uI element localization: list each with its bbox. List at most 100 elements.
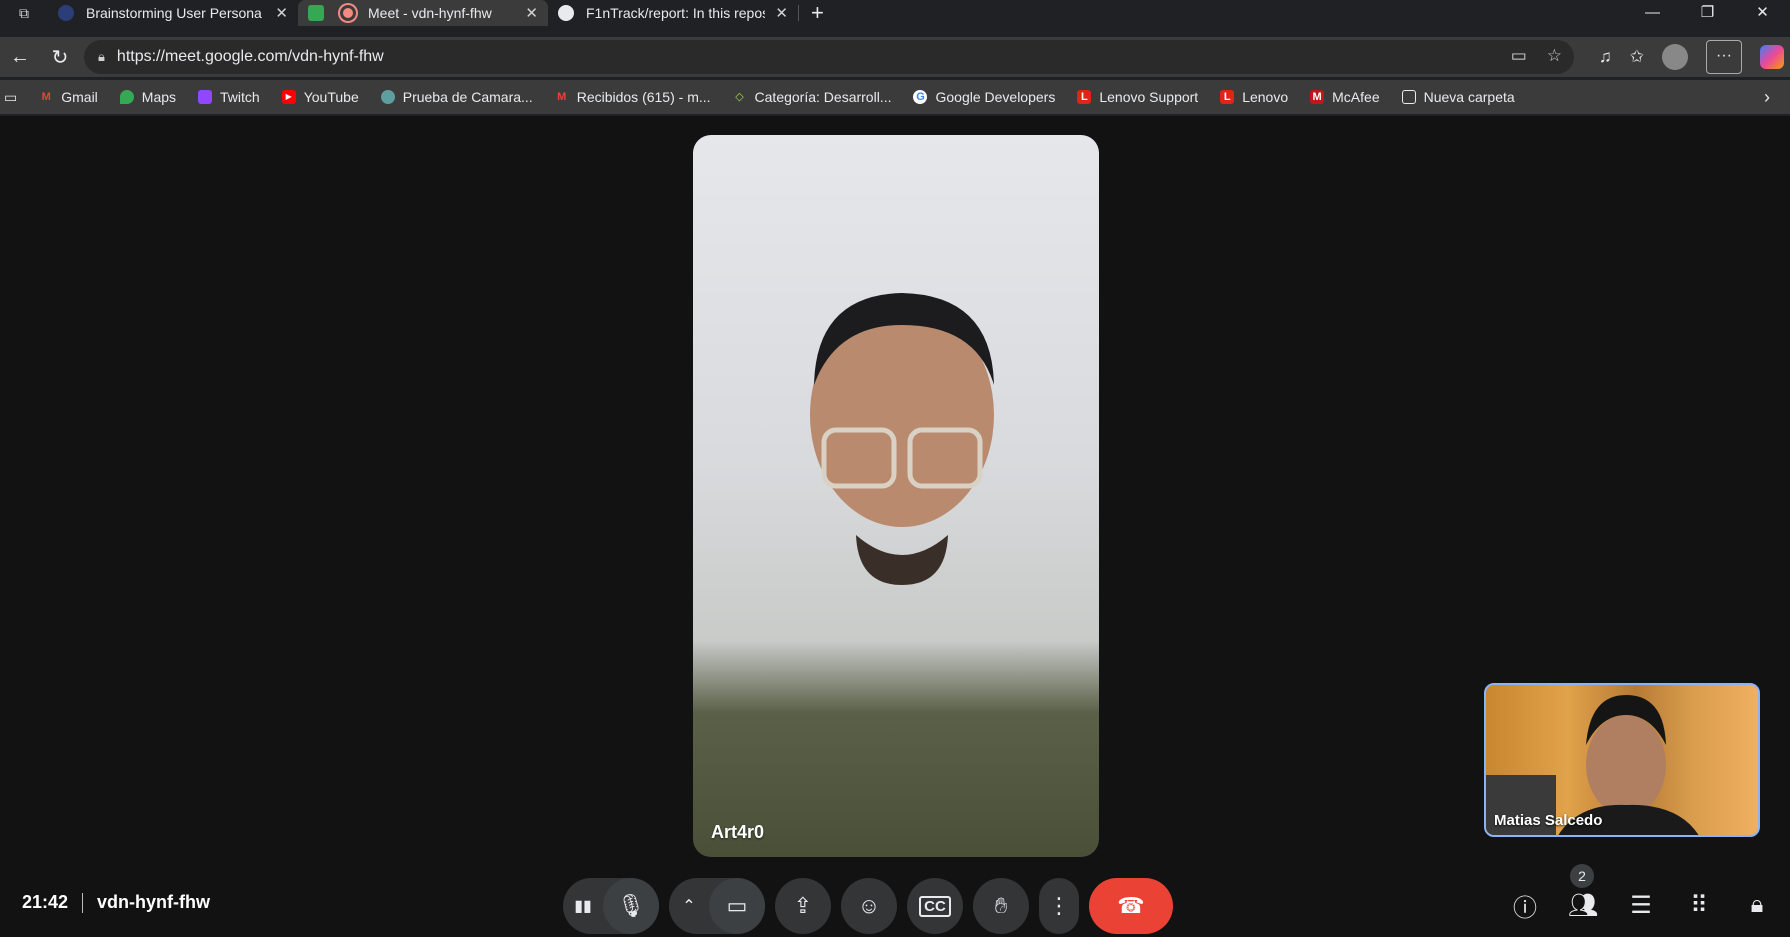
self-video-tile[interactable]: Matias Salcedo bbox=[1484, 683, 1760, 837]
camera-test-icon bbox=[380, 90, 395, 104]
new-tab-button[interactable]: + bbox=[811, 0, 824, 26]
meeting-info-button[interactable]: ⓘ bbox=[1512, 892, 1538, 922]
chevron-right-icon[interactable]: › bbox=[1764, 87, 1770, 108]
twitch-icon bbox=[198, 90, 213, 104]
address-toolbar: ← ↻ 🔒︎ https://meet.google.com/vdn-hynf-… bbox=[0, 37, 1790, 77]
gmail-icon: M bbox=[41, 91, 51, 103]
leave-call-button[interactable]: ☎︎ bbox=[1089, 878, 1173, 934]
participant-count-badge: 2 bbox=[1570, 864, 1594, 888]
toolbar-actions: ♫ ✩ ··· bbox=[1599, 37, 1790, 77]
bookmark-camera-test[interactable]: Prueba de Camara... bbox=[380, 89, 533, 105]
chevron-up-icon[interactable]: ⌃ bbox=[669, 878, 709, 934]
chat-icon: ☰ bbox=[1630, 891, 1652, 919]
meeting-details: 21:42 vdn-hynf-fhw bbox=[22, 892, 210, 913]
main-video-tile[interactable]: Art4r0 bbox=[693, 135, 1099, 857]
omnibox-actions: ▭ ☆ bbox=[1511, 46, 1562, 66]
google-icon: G bbox=[913, 90, 928, 104]
video-control-group: ⌃ ▭ bbox=[669, 878, 765, 934]
bookmark-lenovo-support[interactable]: L Lenovo Support bbox=[1077, 89, 1198, 105]
meeting-code: vdn-hynf-fhw bbox=[97, 892, 211, 912]
tab-label: Meet - vdn-hynf-fhw bbox=[368, 5, 492, 21]
bookmark-category[interactable]: ◇ Categoría: Desarroll... bbox=[733, 89, 891, 105]
profile-avatar[interactable] bbox=[1662, 44, 1688, 70]
more-menu-button[interactable]: ··· bbox=[1706, 40, 1742, 74]
youtube-icon: ▶ bbox=[281, 90, 296, 104]
favorites-icon[interactable]: ✩ bbox=[1630, 47, 1644, 67]
host-controls-button[interactable]: 🔒︎ bbox=[1744, 891, 1770, 918]
microphone-button[interactable]: 🎙︎ bbox=[603, 878, 659, 934]
more-options-button[interactable]: ⋮ bbox=[1039, 878, 1079, 934]
self-participant-name: Matias Salcedo bbox=[1494, 812, 1603, 829]
close-icon[interactable]: ✕ bbox=[275, 4, 288, 22]
bookmark-twitch[interactable]: Twitch bbox=[198, 89, 260, 105]
present-screen-button[interactable]: ⇪ bbox=[775, 878, 831, 934]
maps-icon bbox=[119, 90, 134, 104]
bookmark-maps[interactable]: Maps bbox=[119, 89, 176, 105]
omnibox[interactable]: 🔒︎ https://meet.google.com/vdn-hynf-fhw … bbox=[84, 40, 1574, 74]
folder-icon bbox=[1401, 90, 1416, 104]
meet-favicon-icon bbox=[308, 5, 324, 21]
favorite-star-icon[interactable]: ☆ bbox=[1547, 46, 1562, 66]
details-divider bbox=[82, 892, 84, 913]
reload-icon[interactable]: ↻ bbox=[40, 45, 80, 70]
back-icon[interactable]: ← bbox=[0, 46, 40, 69]
diamond-icon: ◇ bbox=[735, 91, 744, 103]
present-icon: ⇪ bbox=[793, 893, 813, 918]
emoji-icon: ☺ bbox=[857, 893, 881, 918]
camera-icon: ▭ bbox=[726, 893, 748, 918]
tab-meet[interactable]: Meet - vdn-hynf-fhw ✕ bbox=[298, 0, 548, 26]
github-icon bbox=[558, 5, 574, 21]
reactions-button[interactable]: ☺ bbox=[841, 878, 897, 934]
gmail-icon: M bbox=[557, 91, 567, 103]
bookmark-gmail[interactable]: M Gmail bbox=[39, 89, 98, 105]
close-icon[interactable]: ✕ bbox=[525, 4, 538, 22]
close-window-icon[interactable]: ✕ bbox=[1735, 0, 1790, 26]
audio-control-group: ▮▮ 🎙︎ bbox=[563, 878, 659, 934]
bookmark-lenovo[interactable]: L Lenovo bbox=[1220, 89, 1288, 105]
workspaces-icon[interactable]: ⧉ bbox=[0, 0, 48, 26]
audio-level-icon[interactable]: ▮▮ bbox=[563, 878, 603, 934]
lenovo-icon: L bbox=[1220, 90, 1235, 104]
bookmark-nueva-carpeta[interactable]: Nueva carpeta bbox=[1401, 89, 1515, 105]
people-button[interactable]: 2 👥︎ bbox=[1568, 864, 1598, 919]
raise-hand-button[interactable]: ✋︎ bbox=[973, 878, 1029, 934]
side-panel-controls: ⓘ 2 👥︎ ☰ ⠿ 🔒︎ bbox=[1512, 864, 1770, 922]
bookmarks-bar: ▭ M Gmail Maps Twitch ▶ YouTube Prueba de … bbox=[0, 80, 1790, 114]
recording-icon bbox=[340, 5, 356, 21]
captions-icon: CC bbox=[919, 895, 951, 917]
tab-github[interactable]: F1nTrack/report: In this repository ✕ bbox=[548, 0, 798, 26]
captions-button[interactable]: CC bbox=[907, 878, 963, 934]
call-controls: ▮▮ 🎙︎ ⌃ ▭ ⇪ ☺ CC ✋︎ ⋮ ☎︎ bbox=[563, 878, 1173, 934]
url-text[interactable]: https://meet.google.com/vdn-hynf-fhw bbox=[117, 48, 384, 66]
bookmark-youtube[interactable]: ▶ YouTube bbox=[281, 89, 359, 105]
tab-brainstorming[interactable]: Brainstorming User Persona Exper ✕ bbox=[48, 0, 298, 26]
site-info-icon[interactable]: 🔒︎ bbox=[98, 49, 105, 65]
camera-button[interactable]: ▭ bbox=[709, 878, 765, 934]
copilot-icon[interactable] bbox=[1760, 45, 1784, 69]
activities-button[interactable]: ⠿ bbox=[1686, 891, 1712, 919]
hand-icon: ✋︎ bbox=[994, 893, 1008, 918]
more-vert-icon: ⋮ bbox=[1048, 893, 1070, 918]
participant-name: Art4r0 bbox=[711, 822, 765, 842]
tab-divider bbox=[798, 5, 799, 21]
restore-icon[interactable]: ❐ bbox=[1680, 0, 1735, 26]
lenovo-icon: L bbox=[1077, 90, 1092, 104]
tab-label: F1nTrack/report: In this repository bbox=[586, 5, 765, 21]
bookmark-google-developers[interactable]: G Google Developers bbox=[913, 89, 1055, 105]
participant-video bbox=[810, 293, 994, 585]
clock-time: 21:42 bbox=[22, 892, 69, 912]
bookmarks-menu-icon[interactable]: ▭ bbox=[4, 89, 17, 106]
tab-strip: ⧉ Brainstorming User Persona Exper ✕ Mee… bbox=[0, 0, 1790, 26]
apps-grid-icon: ⠿ bbox=[1690, 891, 1708, 919]
chat-button[interactable]: ☰ bbox=[1628, 891, 1654, 919]
microphone-icon: 🎙︎ bbox=[617, 893, 645, 918]
tab-label: Brainstorming User Persona Exper bbox=[86, 5, 265, 21]
window-controls: — ❐ ✕ bbox=[1625, 0, 1790, 26]
media-control-icon[interactable]: ♫ bbox=[1599, 47, 1612, 67]
copilot-favicon-icon bbox=[58, 5, 74, 21]
camera-in-use-icon[interactable]: ▭ bbox=[1511, 46, 1527, 66]
close-icon[interactable]: ✕ bbox=[775, 4, 788, 22]
minimize-icon[interactable]: — bbox=[1625, 0, 1680, 26]
bookmark-mcafee[interactable]: M McAfee bbox=[1310, 89, 1380, 105]
bookmark-inbox[interactable]: M Recibidos (615) - m... bbox=[555, 89, 710, 105]
